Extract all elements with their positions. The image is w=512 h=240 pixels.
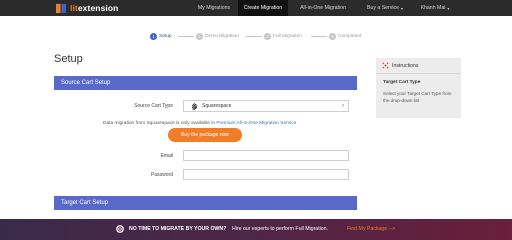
step-demo-migration: 2 Demo Migration (196, 30, 239, 42)
banner-headline: NO TIME TO MIGRATE BY YOUR OWN? (129, 226, 227, 232)
chevron-down-icon: ▾ (447, 5, 450, 11)
step-completed: 4 Completed (329, 30, 361, 42)
step-number: 1 (150, 32, 157, 40)
logo-icon (56, 3, 67, 13)
source-cart-type-label: Source Cart Type (134, 103, 173, 109)
instructions-header: Instructions (376, 58, 461, 74)
banner-subtext: Hire our experts to perform Full Migrati… (232, 226, 329, 232)
password-label: Password (151, 172, 173, 178)
source-cart-section-header: Source Cart Setup (54, 76, 357, 90)
notice-text: Data migration from Squarespace is only … (103, 121, 217, 126)
premium-service-link[interactable]: Premium All-in-One Migration Service (216, 121, 296, 126)
step-setup: 1 Setup (150, 30, 172, 42)
source-cart-type-select[interactable]: Squarespace › (183, 100, 349, 112)
squarespace-icon (191, 102, 198, 110)
email-field[interactable] (183, 150, 349, 161)
step-full-migration: 3 Full Migration (264, 30, 302, 42)
step-label: Setup (159, 33, 172, 39)
step-label: Full Migration (273, 33, 302, 39)
nav-my-migrations[interactable]: My Migrations (186, 0, 242, 16)
instructions-icon (382, 62, 389, 69)
promo-banner: NO TIME TO MIGRATE BY YOUR OWN? Hire our… (0, 219, 512, 240)
nav-all-in-one-migration[interactable]: All-in-One Migration (290, 0, 356, 16)
email-label: Email (160, 153, 173, 159)
availability-notice: Data migration from Squarespace is only … (103, 121, 296, 126)
instructions-body: Select your Target Cart Type from the dr… (383, 91, 452, 103)
chevron-down-icon: ▾ (401, 5, 404, 11)
nav-create-migration[interactable]: Create Migration (238, 0, 288, 16)
password-field[interactable] (183, 169, 349, 180)
source-cart-type-value: Squarespace (202, 103, 232, 109)
step-number: 4 (329, 32, 336, 40)
step-label: Demo Migration (205, 33, 239, 39)
buy-package-button[interactable]: Buy the package now (168, 128, 242, 142)
nav-user-menu[interactable]: Khanh Mai ▾ (412, 0, 458, 16)
top-navbar: litextension My Migrations Create Migrat… (0, 0, 512, 16)
find-my-package-link[interactable]: Find My Package --> (347, 226, 395, 232)
page-title: Setup (54, 53, 83, 65)
step-number: 2 (196, 32, 203, 40)
nav-buy-a-service[interactable]: Buy a Service ▾ (358, 0, 412, 16)
lifebuoy-icon (116, 225, 124, 233)
chevron-right-icon: › (342, 103, 344, 109)
step-label: Completed (338, 33, 362, 39)
instructions-panel: Instructions Target Cart Type Select you… (376, 58, 461, 118)
migration-steps: 1 Setup 2 Demo Migration 3 Full Migration 4… (0, 30, 512, 42)
instructions-subtitle: Target Cart Type (383, 80, 421, 85)
logo[interactable]: litextension (56, 2, 118, 14)
target-cart-section-header: Target Cart Setup (54, 196, 357, 210)
logo-text: litextension (70, 3, 119, 13)
step-number: 3 (264, 32, 271, 40)
instructions-title: Instructions (392, 62, 419, 69)
